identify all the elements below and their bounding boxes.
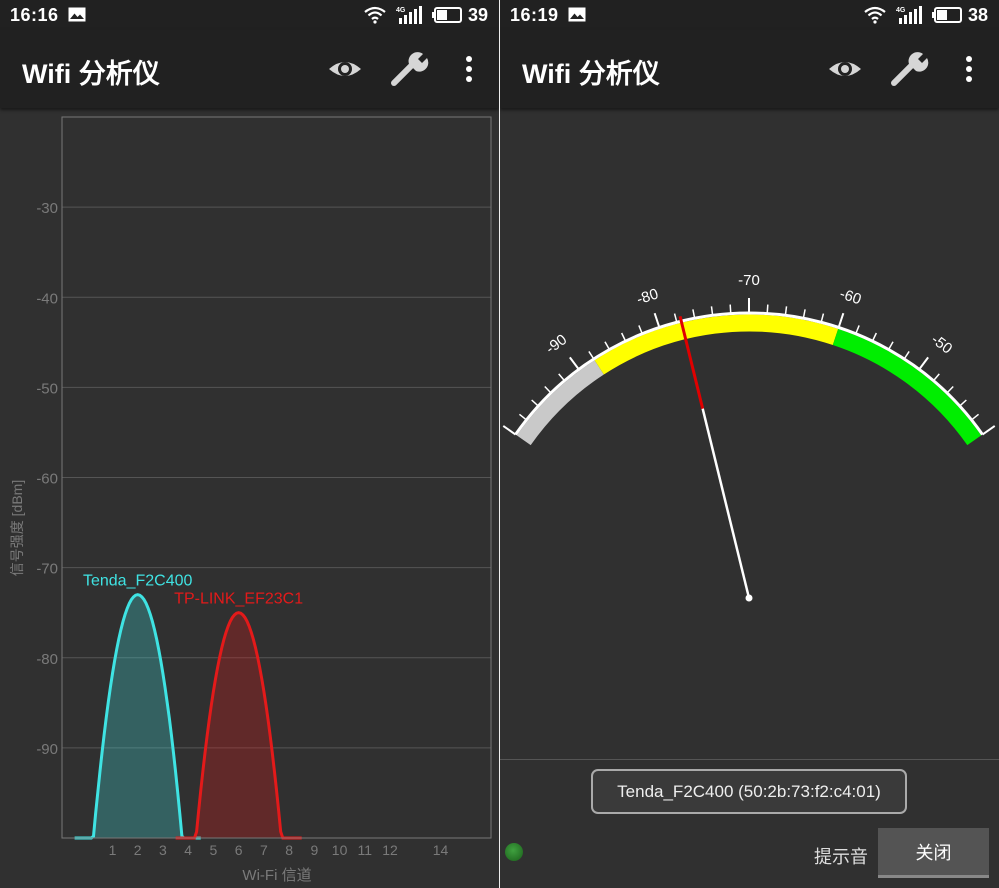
x-tick-label: 8 (285, 842, 293, 858)
left-screen: 16:16 4G 39 Wifi 分析仪 Tenda_F2C400 TP-LIN… (0, 0, 499, 888)
gauge-label: -70 (738, 272, 760, 289)
gauge-tick (544, 385, 552, 394)
gauge-label: -90 (543, 331, 571, 358)
svg-text:4G: 4G (396, 7, 406, 14)
app-bar: Wifi 分析仪 (0, 30, 499, 108)
eye-icon[interactable] (827, 54, 863, 84)
image-notification-icon (68, 7, 86, 22)
gauge-tick (946, 385, 954, 394)
gauge-tick (569, 356, 580, 370)
battery-icon (932, 7, 962, 23)
close-button[interactable]: 关闭 (878, 828, 989, 878)
gauge-tick (887, 341, 894, 350)
gauge-tick (932, 373, 940, 382)
gauge-tick (604, 341, 611, 350)
app-title: Wifi 分析仪 (522, 59, 660, 89)
status-time: 16:16 (10, 5, 59, 25)
gauge-tick (518, 413, 527, 421)
x-tick-label: 12 (382, 842, 398, 858)
gauge-tick (855, 325, 860, 335)
gauge-tick (638, 325, 643, 335)
cellular-signal-icon: 4G (396, 6, 422, 24)
y-tick-label: -60 (36, 471, 58, 488)
series-area (175, 612, 302, 838)
x-tick-label: 11 (358, 842, 373, 858)
more-options-icon[interactable] (459, 54, 479, 84)
gauge-tick (531, 399, 539, 407)
gauge-label: -60 (837, 285, 863, 308)
y-tick-label: -80 (36, 651, 58, 668)
status-led (505, 843, 523, 861)
y-tick-label: -50 (36, 380, 58, 397)
eye-icon[interactable] (327, 54, 363, 84)
gauge-zone (594, 314, 839, 375)
gauge-tick (588, 351, 595, 360)
gauge-tick (981, 425, 996, 436)
y-tick-label: -70 (36, 561, 58, 578)
series-area (74, 594, 201, 838)
gauge-tick (959, 399, 967, 407)
wrench-icon[interactable] (890, 50, 932, 88)
x-tick-label: 4 (184, 842, 192, 858)
gauge-zone (832, 328, 982, 446)
x-axis-label: Wi-Fi 信道 (242, 867, 311, 884)
x-tick-label: 5 (210, 842, 218, 858)
y-tick-label: -30 (36, 200, 58, 217)
image-notification-icon (568, 7, 586, 22)
separator (500, 759, 999, 760)
gauge-tick (558, 373, 566, 382)
more-options-icon[interactable] (959, 54, 979, 84)
x-tick-label: 9 (310, 842, 318, 858)
gauge-tick (766, 304, 769, 314)
gauge-label: -80 (635, 285, 661, 308)
x-tick-label: 10 (332, 842, 348, 858)
gauge-tick (620, 332, 627, 342)
signal-meter: -100-90-80-70-60-50-40dBm (500, 272, 996, 602)
gauge-needle (701, 408, 751, 599)
cellular-signal-icon: 4G (896, 6, 922, 24)
y-tick-label: -40 (36, 290, 58, 307)
x-tick-label: 6 (235, 842, 243, 858)
right-screen: 16:19 4G 38 Wifi 分析仪 -90 -80 -70 -60 -50… (500, 0, 999, 888)
beep-label[interactable]: 提示音 (814, 843, 868, 869)
gauge-tick (903, 351, 910, 360)
wifi-status-icon (864, 6, 886, 24)
wrench-icon[interactable] (390, 50, 432, 88)
battery-icon (432, 7, 462, 23)
x-tick-label: 3 (159, 842, 167, 858)
gauge-tick (502, 425, 517, 436)
x-tick-label: 2 (134, 842, 142, 858)
svg-text:4G: 4G (896, 7, 906, 14)
gauge-tick (837, 312, 845, 328)
battery-level: 39 (468, 5, 489, 25)
gauge-tick (871, 332, 878, 342)
gauge-pivot (745, 594, 753, 602)
status-bar: 16:16 4G 39 (0, 0, 499, 30)
x-tick-label: 1 (109, 842, 117, 858)
selected-network-field[interactable]: Tenda_F2C400 (50:2b:73:f2:c4:01) (591, 769, 907, 814)
gauge-tick (729, 304, 732, 314)
x-tick-label: 14 (433, 842, 449, 858)
gauge-label: -50 (928, 331, 956, 358)
channel-graph: Tenda_F2C400TP-LINK_EF23C1 -30 -40 -50 -60 -… (9, 116, 492, 884)
gauge-tick (918, 356, 929, 370)
gauge-tick (971, 413, 980, 421)
gauge-tick (653, 312, 661, 328)
x-tick-label: 7 (260, 842, 268, 858)
y-tick-label: -90 (36, 741, 58, 758)
app-bar: Wifi 分析仪 (500, 30, 999, 108)
battery-level: 38 (968, 5, 989, 25)
app-title: Wifi 分析仪 (22, 59, 160, 89)
series-label: Tenda_F2C400 (83, 573, 193, 590)
series-label: TP-LINK_EF23C1 (174, 591, 303, 608)
status-bar: 16:19 4G 38 (500, 0, 999, 30)
wifi-status-icon (364, 6, 386, 24)
y-axis-label: 信号强度 [dBm] (9, 480, 25, 576)
status-time: 16:19 (510, 5, 559, 25)
